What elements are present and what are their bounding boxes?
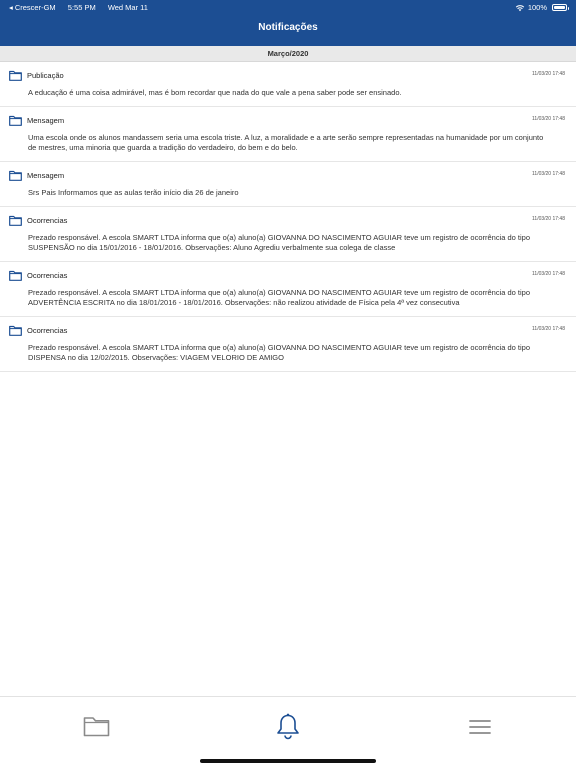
bell-icon	[277, 713, 299, 740]
wifi-icon	[515, 4, 524, 11]
notification-item[interactable]: Ocorrencias 11/03/20 17:48 Prezado respo…	[0, 207, 576, 262]
notification-date: 11/03/20 17:48	[532, 326, 565, 332]
battery-icon	[552, 4, 569, 11]
menu-icon	[469, 720, 491, 734]
home-indicator[interactable]	[200, 759, 376, 763]
notification-date: 11/03/20 17:48	[532, 71, 565, 77]
notification-date: 11/03/20 17:48	[532, 271, 565, 277]
folder-icon	[9, 115, 22, 126]
tab-notifications[interactable]	[276, 713, 300, 746]
notification-item[interactable]: Mensagem 11/03/20 17:48 Srs Pais Informa…	[0, 162, 576, 207]
folder-icon	[9, 170, 22, 181]
tab-folders[interactable]	[83, 715, 110, 742]
folder-icon	[9, 70, 22, 81]
notification-message: Prezado responsável. A escola SMART LTDA…	[28, 288, 531, 307]
notification-item[interactable]: Mensagem 11/03/20 17:48 Uma escola onde …	[0, 107, 576, 162]
app-header: ◂ Crescer-GM 5:55 PM Wed Mar 11 100% Not…	[0, 0, 576, 46]
notification-type: Mensagem	[27, 170, 65, 180]
notification-message: Uma escola onde os alunos mandassem seri…	[28, 133, 544, 152]
folder-icon	[83, 717, 110, 737]
folder-icon	[9, 325, 22, 336]
status-date: Wed Mar 11	[107, 3, 148, 12]
notification-type: Ocorrencias	[27, 270, 68, 280]
notification-message: Prezado responsável. A escola SMART LTDA…	[28, 233, 531, 252]
section-header: Março/2020	[0, 46, 576, 62]
battery-level: 100%	[527, 3, 547, 12]
page-title: Notificações	[258, 22, 318, 33]
notification-date: 11/03/20 17:48	[532, 116, 565, 122]
notification-item[interactable]: Ocorrencias 11/03/20 17:48 Prezado respo…	[0, 317, 576, 372]
tab-menu[interactable]	[469, 719, 491, 740]
notification-message: A educação é uma coisa admirável, mas é …	[28, 88, 402, 97]
tab-bar	[0, 696, 576, 768]
notification-date: 11/03/20 17:48	[532, 171, 565, 177]
notification-type: Publicação	[27, 70, 64, 80]
notification-item[interactable]: Publicação 11/03/20 17:48 A educação é u…	[0, 62, 576, 107]
notification-message: Srs Pais Informamos que as aulas terão i…	[28, 188, 239, 197]
notification-list: Publicação 11/03/20 17:48 A educação é u…	[0, 62, 576, 372]
folder-icon	[9, 215, 22, 226]
status-bar: ◂ Crescer-GM 5:55 PM Wed Mar 11 100%	[0, 0, 576, 14]
notification-date: 11/03/20 17:48	[532, 216, 565, 222]
notification-message: Prezado responsável. A escola SMART LTDA…	[28, 343, 531, 362]
notification-type: Ocorrencias	[27, 215, 68, 225]
status-time: 5:55 PM	[67, 3, 96, 12]
folder-icon	[9, 270, 22, 281]
notification-type: Ocorrencias	[27, 325, 68, 335]
notification-type: Mensagem	[27, 115, 65, 125]
notification-item[interactable]: Ocorrencias 11/03/20 17:48 Prezado respo…	[0, 262, 576, 317]
back-to-app-link[interactable]: ◂ Crescer-GM	[9, 3, 56, 12]
